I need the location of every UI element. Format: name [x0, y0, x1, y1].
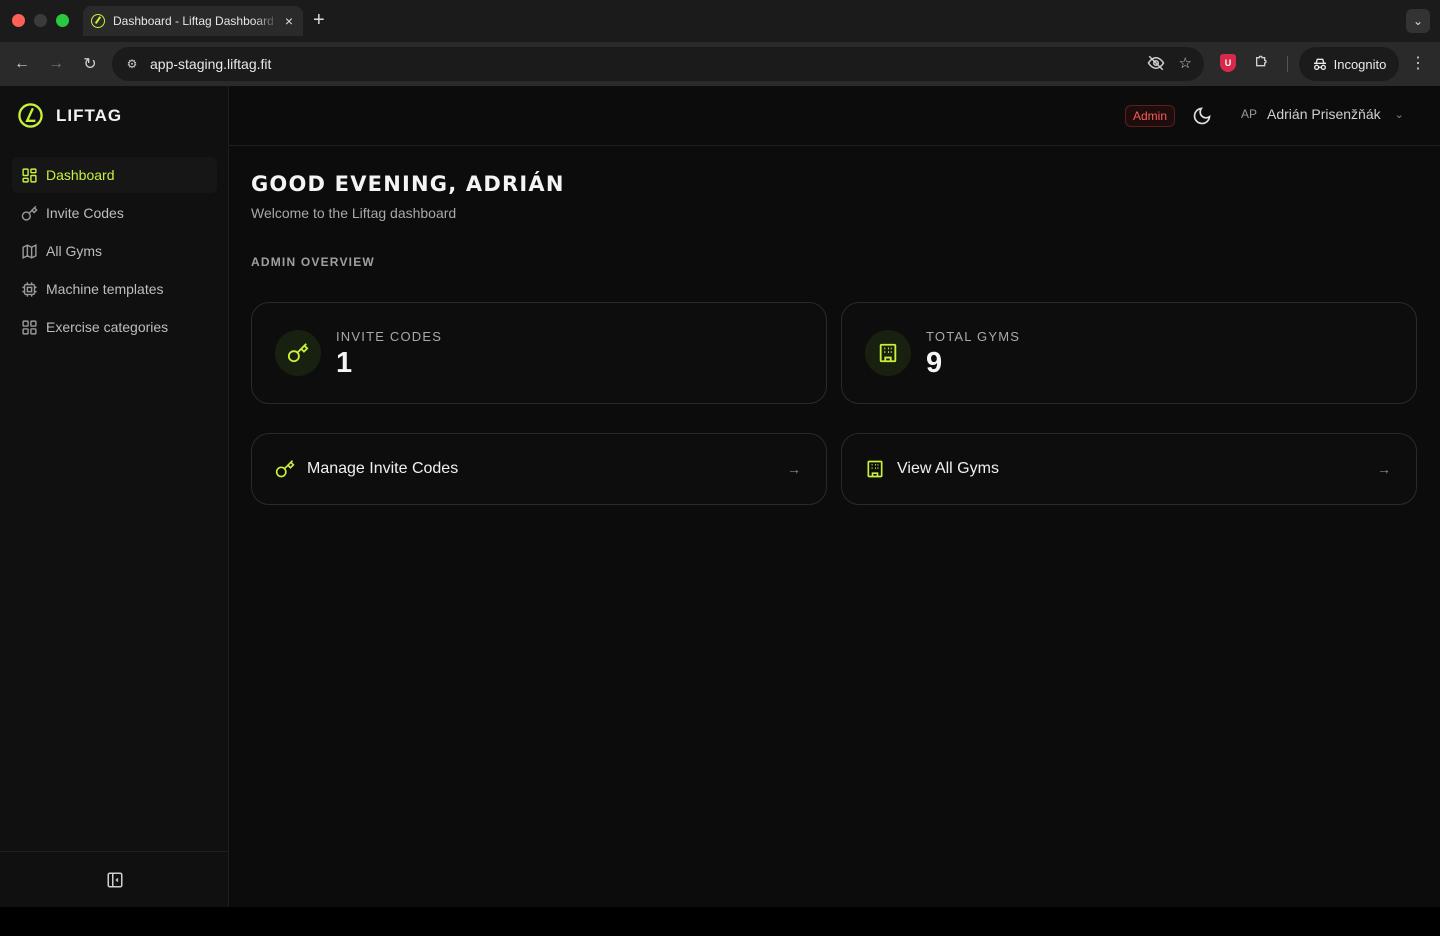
arrow-right-icon: → — [787, 461, 801, 477]
sidebar-footer — [0, 851, 229, 907]
stat-card-total-gyms: TOTAL GYMS 9 — [841, 302, 1417, 404]
liftag-logo-icon — [18, 103, 43, 128]
action-label: View All Gyms — [897, 460, 999, 477]
building-icon — [879, 343, 897, 363]
stat-label: TOTAL GYMS — [926, 329, 1021, 344]
liftag-favicon-icon — [91, 14, 105, 28]
stat-card-invite-codes: INVITE CODES 1 — [251, 302, 827, 404]
chevron-down-icon: ⌄ — [1394, 108, 1404, 121]
incognito-profile-button[interactable]: Incognito — [1299, 47, 1399, 81]
stat-value: 9 — [926, 347, 943, 379]
new-tab-button[interactable]: + — [313, 9, 325, 32]
stat-icon-wrap — [865, 330, 911, 376]
sidebar-item-label: All Gyms — [46, 243, 102, 259]
avatar: AP — [1241, 107, 1258, 121]
stat-value: 1 — [336, 347, 353, 379]
address-bar[interactable]: ⚙ app-staging.liftag.fit ☆ — [112, 47, 1204, 81]
user-menu[interactable]: AP Adrián Prisenžňák ⌄ — [1241, 106, 1404, 122]
map-icon — [22, 243, 37, 259]
toolbar-divider — [1287, 56, 1288, 72]
bookmark-star-icon[interactable]: ☆ — [1179, 54, 1192, 76]
role-badge: Admin — [1125, 105, 1176, 127]
sidebar-collapse-icon[interactable] — [106, 871, 124, 889]
view-all-gyms-button[interactable]: View All Gyms → — [841, 433, 1417, 505]
tab-title: Dashboard - Liftag Dashboard — [113, 14, 274, 28]
sidebar-item-exercise-categories[interactable]: Exercise categories — [12, 309, 217, 345]
browser-menu-button[interactable]: ⋮ — [1410, 53, 1426, 73]
sidebar-nav: Dashboard Invite Codes All Gyms Machine … — [12, 157, 217, 347]
reload-button[interactable]: ↻ — [78, 52, 102, 76]
maximize-window-button[interactable] — [56, 14, 69, 27]
url-text: app-staging.liftag.fit — [150, 56, 272, 72]
browser-chrome: Dashboard - Liftag Dashboard × + ⌄ ← → ↻… — [0, 0, 1440, 86]
tab-bar: Dashboard - Liftag Dashboard × + ⌄ — [0, 0, 1440, 42]
top-header: Admin AP Adrián Prisenžňák ⌄ — [229, 86, 1440, 146]
sidebar-item-machine-templates[interactable]: Machine templates — [12, 271, 217, 307]
eye-off-icon[interactable] — [1147, 54, 1165, 76]
section-title: ADMIN OVERVIEW — [251, 255, 375, 269]
back-button[interactable]: ← — [10, 52, 34, 76]
close-window-button[interactable] — [12, 14, 25, 27]
action-label: Manage Invite Codes — [307, 460, 459, 477]
browser-toolbar: ← → ↻ ⚙ app-staging.liftag.fit ☆ U Incog… — [0, 42, 1440, 86]
layout-grid-icon — [22, 167, 37, 183]
bottom-edge — [0, 907, 1440, 936]
user-name: Adrián Prisenžňák — [1267, 106, 1381, 122]
brand-name: LIFTAG — [56, 105, 123, 125]
browser-tab[interactable]: Dashboard - Liftag Dashboard × — [83, 6, 303, 36]
page-title: GOOD EVENING, ADRIÁN — [251, 172, 565, 196]
sidebar-item-label: Exercise categories — [46, 319, 169, 335]
arrow-right-icon: → — [1377, 461, 1391, 477]
minimize-window-button[interactable] — [34, 14, 47, 27]
sidebar-item-dashboard[interactable]: Dashboard — [12, 157, 217, 193]
stat-label: INVITE CODES — [336, 329, 443, 344]
extension-shield-icon[interactable]: U — [1220, 54, 1236, 72]
sidebar-item-label: Machine templates — [46, 281, 164, 297]
forward-button[interactable]: → — [44, 52, 68, 76]
sidebar: LIFTAG Dashboard Invite Codes All Gyms M… — [0, 86, 229, 907]
manage-invite-codes-button[interactable]: Manage Invite Codes → — [251, 433, 827, 505]
sidebar-item-all-gyms[interactable]: All Gyms — [12, 233, 217, 269]
tab-close-button[interactable]: × — [285, 13, 293, 29]
moon-icon[interactable] — [1192, 106, 1212, 126]
building-icon — [867, 460, 883, 478]
sidebar-item-invite-codes[interactable]: Invite Codes — [12, 195, 217, 231]
extensions-puzzle-icon[interactable] — [1254, 53, 1270, 74]
sidebar-item-label: Invite Codes — [46, 205, 124, 221]
tab-search-button[interactable]: ⌄ — [1406, 9, 1430, 33]
stat-icon-wrap — [275, 330, 321, 376]
page-subtitle: Welcome to the Liftag dashboard — [251, 205, 457, 221]
site-settings-icon[interactable]: ⚙ — [122, 54, 142, 74]
key-icon — [275, 460, 295, 478]
app-root: LIFTAG Dashboard Invite Codes All Gyms M… — [0, 86, 1440, 907]
grid-icon — [22, 319, 37, 335]
incognito-icon — [1313, 58, 1326, 71]
brand[interactable]: LIFTAG — [17, 102, 122, 129]
sidebar-item-label: Dashboard — [46, 167, 115, 183]
cpu-icon — [22, 281, 37, 297]
incognito-label: Incognito — [1333, 56, 1387, 72]
key-icon — [21, 205, 38, 221]
key-icon — [287, 343, 309, 363]
